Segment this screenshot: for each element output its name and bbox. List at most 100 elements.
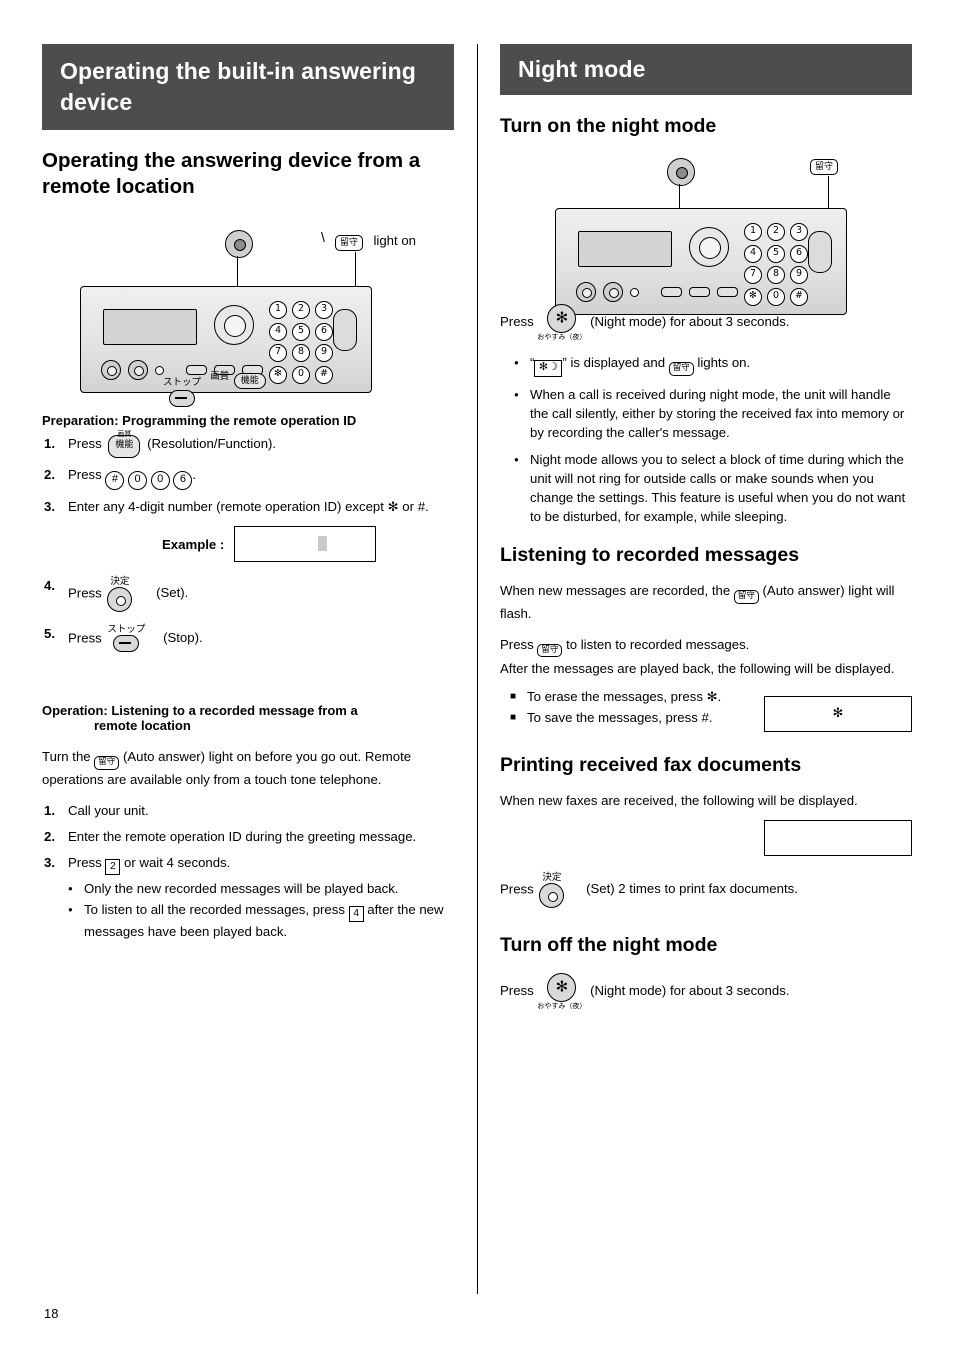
listening-p1-a: When new messages are recorded, the [500,583,731,598]
light-on-label: light on [373,233,416,248]
keypad-key: 5 [292,322,310,341]
leader-line [679,184,681,210]
night-bullet-3: Night mode allows you to select a block … [514,450,912,526]
step-text: Enter the remote operation ID during the… [68,828,417,844]
night-mode-caption: おやすみ（夜） [537,333,587,341]
prep-step-3: 3. Enter any 4-digit number (remote oper… [42,497,454,516]
night-mode-bullets: “✻☽” is displayed and 留守 lights on. When… [500,353,912,526]
prep-step-4: 4. Press 決定 (Set). [42,576,454,612]
device-round-button [603,282,623,302]
device-dial-knob [689,227,729,267]
fax-device-illustration: 123 456 789 ✻ 0 # [555,208,847,315]
keypad-key: 7 [744,266,762,284]
page: Operating the built-in answering device … [0,0,954,1351]
auto-answer-callout: 留守 [810,156,839,175]
function-button-icon: 画質 機能 [108,431,141,458]
auto-answer-light-callout: \ 留守 light on [321,230,416,251]
op-step-2: 2. Enter the remote operation ID during … [42,827,454,846]
keypad-key: 6 [315,322,333,341]
listening-title: Listening to recorded messages [500,544,800,566]
function-button-icon: 機能 [233,373,266,389]
step-text-post: (Resolution/Function). [147,436,277,451]
step-text: Press [68,630,102,646]
step-text: Press [68,436,102,451]
step-text-post: (Stop). [163,630,203,646]
press-post-label: (Night mode) for about 3 seconds. [590,313,790,329]
key-four: 4 [348,905,364,922]
keypad-key: 9 [315,344,333,362]
keypad-key: # [790,287,808,306]
keypad-key: 8 [767,266,785,284]
step-text: Press [68,585,102,601]
key-zero: 0 [150,471,170,490]
operation-intro: Turn the 留守 (Auto answer) light on befor… [42,749,412,787]
printing-press-line: Press 決定 (Set) 2 times to print fax docu… [500,872,912,908]
turn-on-night-title: Turn on the night mode [500,115,717,137]
step-number: 1. [44,802,55,818]
listening-p1: When new messages are recorded, the 留守 (… [500,581,912,623]
right-section-header: Night mode [500,44,912,95]
keypad-key: 7 [269,344,287,362]
keypad-key: 1 [269,301,287,319]
press-post-label: (Set) 2 times to print fax documents. [586,881,798,897]
prep-step-5: 5. Press ストップ (Stop). [42,624,454,654]
left-section-header: Operating the built-in answering device [42,44,454,130]
function-button-callout: 画質 機能 [210,366,266,389]
page-number: 18 [44,1306,59,1321]
step-number: 2. [44,828,55,844]
op-step-3-bullets: Only the new recorded messages will be p… [68,879,454,941]
operation-heading-line2: remote location [94,718,191,733]
device-round-button [576,282,596,302]
set-label: 決定 [110,576,130,587]
device-small-button [630,287,639,297]
night-mode-display-icon: ✻☽ [534,360,563,377]
stop-button-callout: ストップ [157,372,207,409]
message-display-box: ✻ [764,696,912,732]
turn-off-press-line: Press ✻ おやすみ（夜） (Night mode) for about 3… [500,973,912,1010]
keypad-key: 8 [292,344,310,362]
device-dial-knob [214,305,254,345]
erase-messages-line: To erase the messages, press ✻. [510,686,760,707]
preparation-steps-cont: 4. Press 決定 (Set). 5. Press ストップ (Stop). [42,576,454,654]
press-label: Press [500,313,534,329]
printing-title: Printing received fax documents [500,754,802,776]
message-action-list: To erase the messages, press ✻. To save … [510,686,760,728]
stop-label: ストップ [107,624,146,635]
auto-answer-icon: 留守 [537,643,563,657]
night-bullet-2: When a call is received during night mod… [514,385,912,442]
listening-p2: Press 留守 to listen to recorded messages. [500,635,912,657]
keypad-key: 5 [767,244,785,263]
prep-step-2: 2. Press # 0 0 6. [42,465,454,490]
keypad-key: 0 [767,287,785,306]
listening-p2-b: to listen to recorded messages. [566,636,750,652]
save-messages-line: To save the messages, press #. [510,707,760,728]
keypad-key: 4 [269,322,287,341]
prep-step-1: 1. Press 画質 機能 (Resolution/Function). [42,431,454,458]
press-label: Press [500,881,534,897]
keypad-key: # [315,365,333,384]
auto-answer-icon: 留守 [810,159,839,175]
auto-answer-icon: 留守 [668,362,694,376]
keypad-key: 0 [292,365,310,384]
press-label: Press [500,982,534,998]
turn-off-night-title: Turn off the night mode [500,934,718,956]
stop-button-icon [169,390,195,407]
step-text: Call your unit. [68,802,149,818]
listening-p2-a: Press [500,636,534,652]
printing-p1: When new faxes are received, the followi… [500,793,858,808]
step-text: Press [68,467,102,482]
keypad-key: 3 [790,223,808,241]
step-text-post: (Set). [156,585,189,601]
auto-answer-icon: 留守 [335,235,364,251]
quality-label: 画質 [210,371,230,382]
preparation-heading: Preparation: Programming the remote oper… [42,413,357,428]
function-label-small: 機能 [115,440,134,450]
quality-label-small: 画質 [117,430,132,438]
set-label: 決定 [542,872,562,883]
device-pill-button [689,287,710,297]
preparation-steps: 1. Press 画質 機能 (Resolution/Function). 2.… [42,431,454,516]
op-step-3: 3. Press 2 or wait 4 seconds. Only the n… [42,853,454,941]
right-column: Night mode Turn on the night mode 留守 123… [500,44,912,1010]
op-bullet-1: Only the new recorded messages will be p… [68,879,454,899]
fax-display-box [764,820,912,856]
